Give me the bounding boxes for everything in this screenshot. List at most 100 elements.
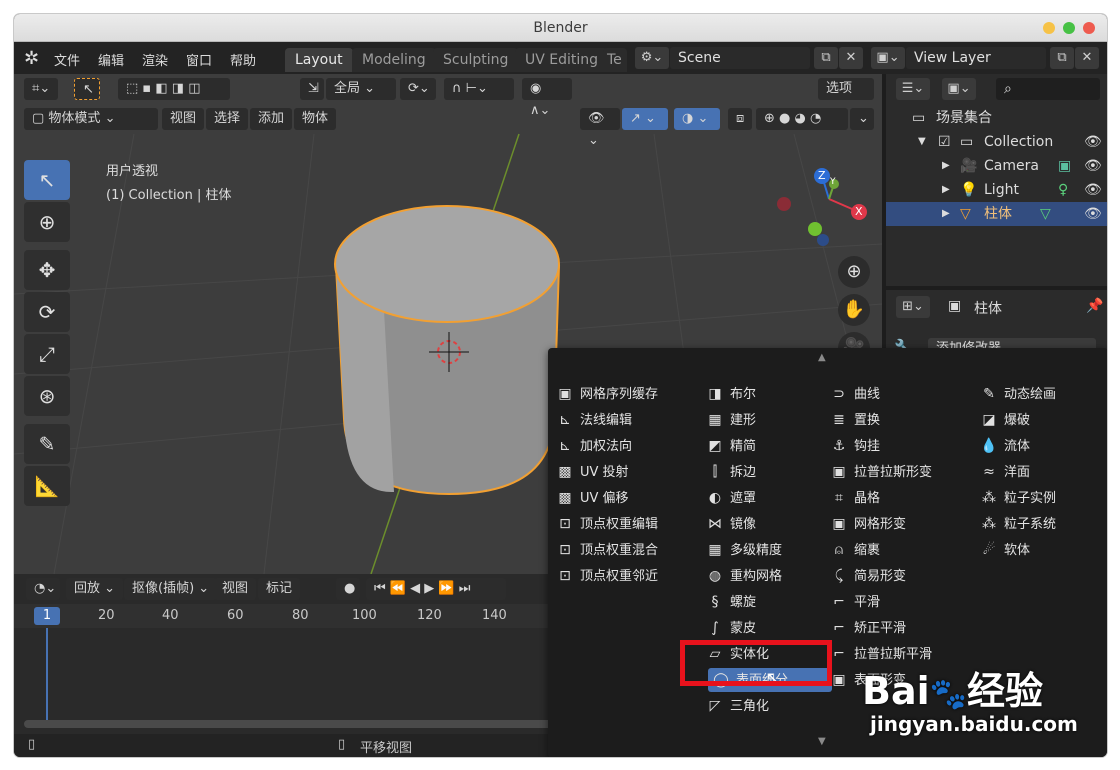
select-box-tool-icon[interactable]: ↖	[24, 160, 70, 200]
rotate-tool-icon[interactable]: ⟳	[24, 292, 70, 332]
view-layer-field[interactable]: View Layer	[906, 47, 1046, 69]
menu-keying[interactable]: 抠像(插帧) ⌄	[124, 578, 218, 600]
modifier-mask[interactable]: ◐ 遮罩	[706, 486, 756, 510]
modifier-lattice[interactable]: ⌗ 晶格	[830, 486, 880, 510]
properties-editor-icon[interactable]: ⊞⌄	[896, 296, 930, 318]
scroll-down-icon[interactable]: ▼	[818, 736, 826, 747]
modifier-mesh-cache[interactable]: ▣ 网格序列缓存	[556, 382, 658, 406]
scale-tool-icon[interactable]: ⤢	[24, 334, 70, 374]
mesh-data-icon[interactable]: ▽	[1040, 202, 1051, 226]
scene-field[interactable]: Scene	[670, 47, 810, 69]
outliner[interactable]: ☰⌄ ▣⌄ ⌕ ▭ 场景集合 ▼ ☑ ▭ Collection 👁 ▶ 🎥 Ca…	[886, 74, 1107, 286]
modifier-dynamic-paint[interactable]: ✎ 动态绘画	[980, 382, 1056, 406]
menu-view[interactable]: 视图	[162, 108, 205, 130]
modifier-corrective-smooth[interactable]: ⌐ 矫正平滑	[830, 616, 906, 640]
outliner-row-cylinder[interactable]: ▶ ▽ 柱体 ▽ 👁	[886, 202, 1107, 226]
tab-uv-editing[interactable]: UV Editing	[515, 48, 609, 72]
modifier-weighted-normal[interactable]: ⊾ 加权法向	[556, 434, 632, 458]
light-data-icon[interactable]: ♀	[1058, 178, 1068, 202]
pin-icon[interactable]: 📌	[1086, 298, 1103, 314]
menu-window[interactable]: 窗口	[186, 50, 212, 69]
record-icon[interactable]: ●	[336, 578, 360, 600]
menu-file[interactable]: 文件	[54, 50, 80, 69]
new-view-layer-icon[interactable]: ⧉	[1050, 47, 1074, 69]
menu-help[interactable]: 帮助	[230, 50, 256, 69]
pivot-point-icon[interactable]: ⟳⌄	[400, 78, 436, 100]
outliner-search-input[interactable]: ⌕	[996, 78, 1100, 100]
expand-arrow-icon[interactable]: ▶	[942, 178, 950, 202]
current-frame-indicator[interactable]: 1	[34, 607, 60, 625]
overlay-toggle-icon[interactable]: ◑ ⌄	[674, 108, 720, 130]
shading-mode-icons[interactable]: ⊕ ● ◕ ◔	[756, 108, 848, 130]
eye-icon[interactable]: 👁	[1084, 178, 1102, 202]
expand-arrow-icon[interactable]: ▶	[942, 202, 950, 226]
expand-arrow-icon[interactable]: ▼	[918, 130, 926, 154]
eye-icon[interactable]: 👁	[1084, 154, 1102, 178]
tab-modeling[interactable]: Modeling	[352, 48, 436, 72]
modifier-laplacian-deform[interactable]: ▣ 拉普拉斯形变	[830, 460, 932, 484]
snap-icon[interactable]: ∩ ⊢⌄	[444, 78, 514, 100]
outliner-row-camera[interactable]: ▶ 🎥 Camera ▣ 👁	[886, 154, 1107, 178]
modifier-shrinkwrap[interactable]: ⍝ 缩裹	[830, 538, 880, 562]
modifier-vertex-weight-mix[interactable]: ⊡ 顶点权重混合	[556, 538, 658, 562]
eye-icon[interactable]: 👁	[1084, 130, 1102, 154]
zoom-icon[interactable]: ⊕	[838, 256, 870, 288]
modifier-mesh-deform[interactable]: ▣ 网格形变	[830, 512, 906, 536]
modifier-simple-deform[interactable]: ⤹ 简易形变	[830, 564, 906, 588]
modifier-vertex-weight-proximity[interactable]: ⊡ 顶点权重邻近	[556, 564, 658, 588]
select-mode-icons[interactable]: ⬚ ▪ ◧ ◨ ◫	[118, 78, 230, 100]
timeline-scrollbar[interactable]	[24, 720, 554, 728]
scene-selector-icon[interactable]: ⚙⌄	[635, 47, 669, 69]
menu-marker[interactable]: 标记	[258, 578, 301, 600]
modifier-displace[interactable]: ≣ 置换	[830, 408, 880, 432]
timeline-editor-icon[interactable]: ◔⌄	[26, 578, 60, 600]
pan-hand-icon[interactable]: ✋	[838, 294, 870, 326]
modifier-curve[interactable]: ⊃ 曲线	[830, 382, 880, 406]
measure-tool-icon[interactable]: 📐	[24, 466, 70, 506]
playback-controls-icons[interactable]: ⏮ ⏪ ◀ ▶ ⏩ ⏭	[366, 578, 506, 600]
modifier-explode[interactable]: ◪ 爆破	[980, 408, 1030, 432]
modifier-uv-warp[interactable]: ▩ UV 偏移	[556, 486, 628, 510]
outliner-row-light[interactable]: ▶ 💡 Light ♀ 👁	[886, 178, 1107, 202]
xray-icon[interactable]: ⧈	[728, 108, 752, 130]
proportional-edit-icon[interactable]: ◉ ∧⌄	[522, 78, 572, 118]
modifier-skin[interactable]: ∫ 蒙皮	[706, 616, 756, 640]
outliner-row-collection[interactable]: ▼ ☑ ▭ Collection 👁	[886, 130, 1107, 154]
modifier-screw[interactable]: § 螺旋	[706, 590, 757, 614]
new-scene-icon[interactable]: ⧉	[814, 47, 838, 69]
modifier-build[interactable]: ▦ 建形	[706, 408, 756, 432]
minimize-button[interactable]	[1043, 22, 1055, 34]
modifier-smooth[interactable]: ⌐ 平滑	[830, 590, 880, 614]
options-button[interactable]: 选项 ⌄	[818, 78, 874, 118]
gizmo-toggle-icon[interactable]: ↗ ⌄	[622, 108, 668, 130]
gizmo-z-label[interactable]: Z	[818, 169, 826, 182]
modifier-edge-split[interactable]: ⫿ 拆边	[706, 460, 756, 484]
transform-orientation-dropdown[interactable]: 全局 ⌄	[326, 78, 396, 100]
blender-logo-icon[interactable]: ✲	[24, 48, 39, 69]
modifier-decimate[interactable]: ◩ 精简	[706, 434, 756, 458]
menu-render[interactable]: 渲染	[142, 50, 168, 69]
timeline-menu-view[interactable]: 视图	[214, 578, 257, 600]
modifier-hook[interactable]: ⚓ 钩挂	[830, 434, 880, 458]
modifier-uv-project[interactable]: ▩ UV 投射	[556, 460, 628, 484]
tab-sculpting[interactable]: Sculpting	[433, 48, 519, 72]
delete-view-layer-icon[interactable]: ✕	[1075, 47, 1099, 69]
menu-edit[interactable]: 编辑	[98, 50, 124, 69]
camera-data-icon[interactable]: ▣	[1058, 154, 1071, 178]
tab-layout[interactable]: Layout	[285, 48, 353, 72]
modifier-normal-edit[interactable]: ⊾ 法线编辑	[556, 408, 632, 432]
gizmo-x-label[interactable]: X	[855, 205, 863, 218]
transform-pivot-icon[interactable]: ⇲	[300, 78, 324, 100]
view-layer-icon[interactable]: ▣⌄	[871, 47, 905, 69]
checkbox-icon[interactable]: ☑	[938, 130, 951, 154]
gizmo-y-label[interactable]: Y	[830, 177, 836, 187]
shading-options-icon[interactable]: ⌄	[850, 108, 874, 130]
tab-texture[interactable]: Te	[603, 48, 627, 72]
delete-scene-icon[interactable]: ✕	[839, 47, 863, 69]
modifier-triangulate[interactable]: ◸ 三角化	[706, 694, 769, 718]
outliner-editor-icon[interactable]: ☰⌄	[896, 78, 930, 100]
eye-icon[interactable]: 👁	[1084, 202, 1102, 226]
object-mode-dropdown[interactable]: ▢ 物体模式 ⌄	[24, 108, 158, 130]
menu-object[interactable]: 物体	[294, 108, 337, 130]
modifier-ocean[interactable]: ≈ 洋面	[980, 460, 1030, 484]
